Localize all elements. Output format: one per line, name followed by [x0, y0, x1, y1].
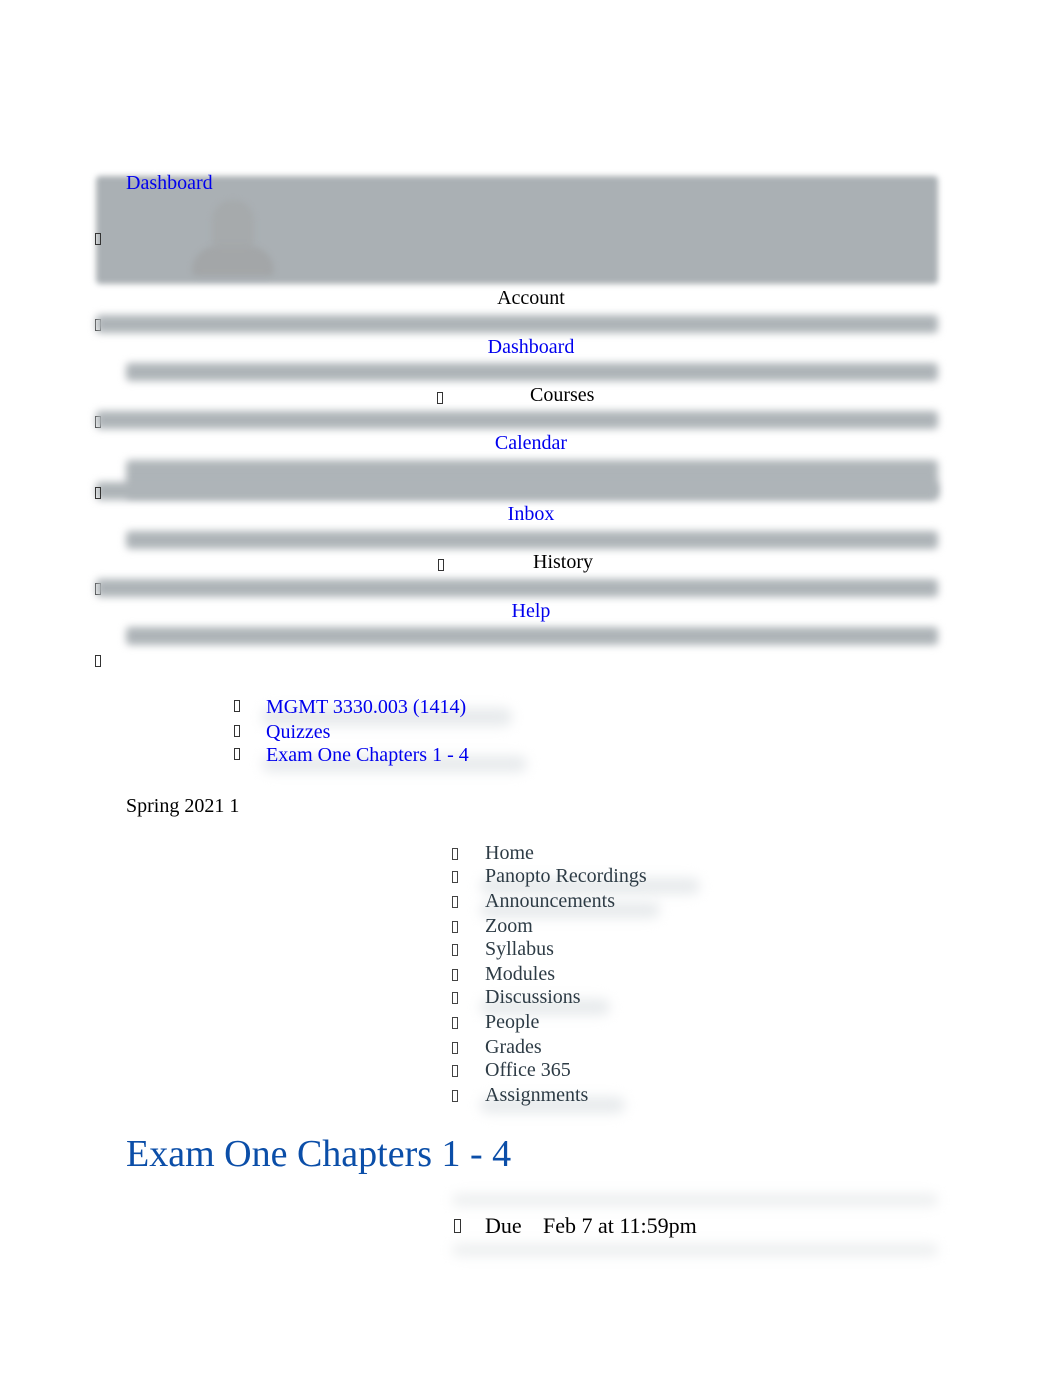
- course-nav-label: Zoom: [485, 915, 533, 937]
- breadcrumb-separator-icon: [234, 748, 240, 760]
- term-label: Spring 2021 1: [126, 795, 240, 817]
- nav-item-help[interactable]: Help: [0, 600, 1062, 623]
- grades-icon: [452, 1042, 458, 1054]
- nav-item-calendar[interactable]: Calendar: [0, 432, 1062, 455]
- nav-link-inbox[interactable]: Inbox: [508, 503, 555, 525]
- nav-label-history: History: [533, 551, 593, 573]
- nav-divider: [96, 411, 938, 429]
- breadcrumb-separator-icon: [234, 700, 240, 712]
- people-icon: [452, 1017, 458, 1029]
- due-label: Due: [485, 1213, 522, 1238]
- course-nav-label: Modules: [485, 963, 555, 985]
- help-icon: [95, 655, 101, 667]
- avatar-shoulders: [192, 246, 274, 276]
- nav-link-calendar[interactable]: Calendar: [495, 432, 567, 454]
- course-nav-label: Announcements: [485, 890, 615, 912]
- nav-link-help[interactable]: Help: [512, 600, 551, 622]
- breadcrumb-link-course[interactable]: MGMT 3330.003 (1414): [266, 696, 466, 719]
- nav-item-inbox[interactable]: Inbox: [0, 503, 1062, 526]
- syllabus-icon: [452, 944, 458, 956]
- nav-item-account[interactable]: Account: [0, 287, 1062, 310]
- course-nav-label: Discussions: [485, 986, 581, 1008]
- avatar-head: [212, 200, 254, 250]
- due-value: Feb 7 at 11:59pm: [543, 1213, 697, 1238]
- nav-divider: [96, 482, 938, 500]
- calendar-icon: [95, 487, 101, 499]
- calendar-due-icon: [454, 1219, 461, 1233]
- nav-divider: [126, 363, 938, 381]
- header-dashboard-link[interactable]: Dashboard: [126, 171, 213, 195]
- zoom-icon: [452, 921, 458, 933]
- course-nav-label: Home: [485, 842, 534, 864]
- breadcrumb-link-exam[interactable]: Exam One Chapters 1 - 4: [266, 744, 469, 767]
- avatar[interactable]: [188, 196, 278, 280]
- history-icon: [438, 559, 444, 571]
- breadcrumb-link-quizzes[interactable]: Quizzes: [266, 721, 330, 744]
- home-icon: [452, 848, 458, 860]
- nav-label-account: Account: [497, 287, 565, 309]
- course-nav-label: Panopto Recordings: [485, 865, 647, 887]
- nav-link-dashboard[interactable]: Dashboard: [488, 336, 575, 358]
- courses-icon: [437, 392, 443, 404]
- assignments-icon: [452, 1090, 458, 1102]
- discussions-icon: [452, 992, 458, 1004]
- course-nav-label: Grades: [485, 1036, 542, 1058]
- course-nav-label: Assignments: [485, 1084, 589, 1106]
- course-nav-label: Syllabus: [485, 938, 554, 960]
- nav-divider: [96, 315, 938, 333]
- course-nav-label: Office 365: [485, 1059, 571, 1081]
- office365-icon: [452, 1065, 458, 1077]
- nav-item-dashboard[interactable]: Dashboard: [0, 336, 1062, 359]
- due-divider-top: [452, 1194, 938, 1206]
- nav-divider: [96, 579, 938, 597]
- announcements-icon: [452, 896, 458, 908]
- logo-icon: [95, 233, 101, 245]
- nav-divider: [126, 627, 938, 645]
- panopto-icon: [452, 871, 458, 883]
- breadcrumb-separator-icon: [234, 725, 240, 737]
- nav-label-courses: Courses: [530, 384, 595, 406]
- skip-to-content-link[interactable]: Skip To Content: [126, 150, 256, 173]
- page-title: Exam One Chapters 1 - 4: [126, 1133, 512, 1175]
- due-divider-bottom: [452, 1244, 938, 1256]
- course-nav-label: People: [485, 1011, 540, 1033]
- modules-icon: [452, 969, 458, 981]
- nav-divider: [126, 531, 938, 549]
